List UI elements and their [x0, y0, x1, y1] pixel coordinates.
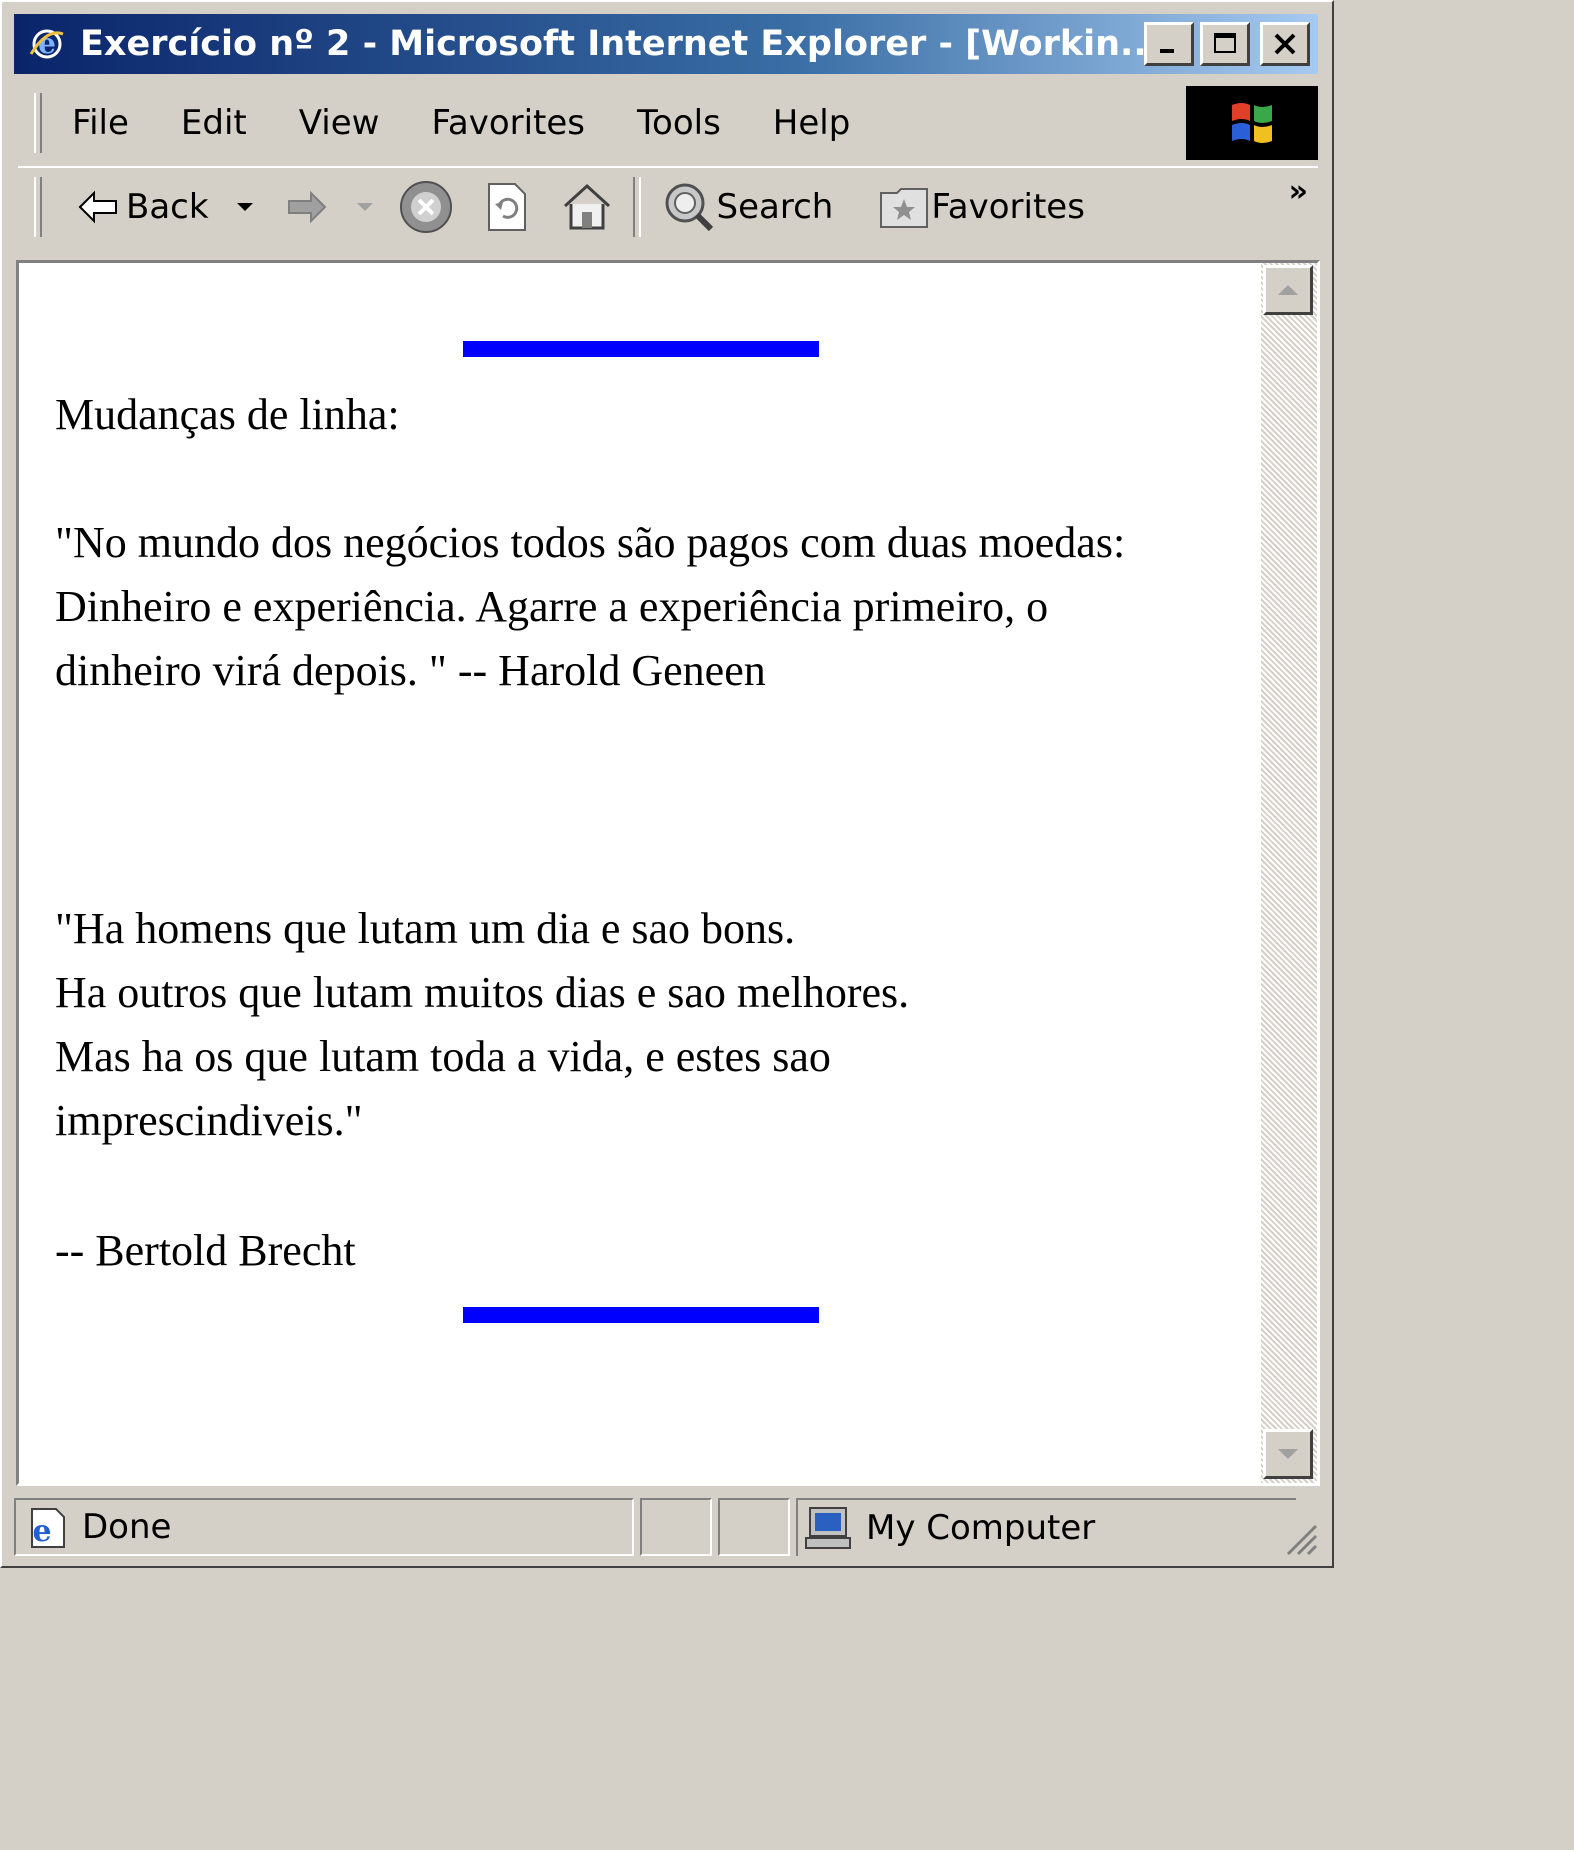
- scroll-down-button[interactable]: [1263, 1429, 1313, 1479]
- maximize-button[interactable]: [1200, 22, 1250, 66]
- refresh-icon: [487, 183, 526, 231]
- back-button[interactable]: Back: [76, 187, 209, 227]
- menu-bar: File Edit View Favorites Tools Help: [18, 86, 1182, 160]
- status-bar: e Done My Computer: [14, 1494, 1322, 1560]
- dropdown-arrow-icon: [236, 203, 253, 211]
- web-page: Mudanças de linha: "No mundo dos negócio…: [19, 263, 1259, 1483]
- stop-button[interactable]: [397, 178, 455, 236]
- status-panel-zone: My Computer: [796, 1498, 1296, 1556]
- zone-text: My Computer: [866, 1508, 1096, 1548]
- close-icon: [1274, 33, 1296, 55]
- standard-toolbar: Back Search Favorites »: [18, 166, 1318, 246]
- maximize-icon: [1214, 33, 1236, 53]
- status-panel-progress: [640, 1498, 712, 1556]
- home-button[interactable]: [561, 182, 613, 232]
- forward-button[interactable]: [283, 187, 329, 227]
- dropdown-arrow-icon: [356, 203, 373, 211]
- toolbar-grip[interactable]: [34, 177, 42, 237]
- page-done-icon: e: [31, 1508, 65, 1549]
- menu-tools[interactable]: Tools: [637, 103, 721, 143]
- title-bar[interactable]: e Exercício nº 2 - Microsoft Internet Ex…: [14, 14, 1318, 74]
- status-panel-security: [718, 1498, 790, 1556]
- svg-text:e: e: [32, 1514, 51, 1549]
- stop-icon: [399, 181, 452, 233]
- favorites-folder-icon: [880, 188, 929, 228]
- quote-brecht-line-3: Mas ha os que lutam toda a vida, e estes…: [55, 1032, 831, 1081]
- status-panel-main: e Done: [14, 1498, 634, 1556]
- resize-grip-icon[interactable]: [1282, 1520, 1318, 1556]
- window-title: Exercício nº 2 - Microsoft Internet Expl…: [80, 24, 1144, 64]
- favorites-button[interactable]: Favorites: [877, 183, 1085, 231]
- menu-edit[interactable]: Edit: [181, 103, 247, 143]
- quote-brecht-attribution: -- Bertold Brecht: [55, 1226, 356, 1275]
- my-computer-icon: [805, 1507, 851, 1549]
- menu-file[interactable]: File: [72, 103, 129, 143]
- horizontal-rule-top: [463, 341, 819, 357]
- status-text: Done: [82, 1507, 172, 1547]
- forward-arrow-icon: [287, 190, 326, 224]
- page-heading: Mudanças de linha:: [55, 390, 400, 439]
- home-icon: [563, 183, 610, 230]
- forward-dropdown[interactable]: [355, 200, 375, 214]
- windows-logo: [1186, 86, 1318, 160]
- back-label: Back: [126, 187, 209, 227]
- quote-brecht-line-4: imprescindiveis.": [55, 1096, 363, 1145]
- scroll-up-button[interactable]: [1263, 265, 1313, 315]
- search-icon: [665, 183, 713, 232]
- document-viewport: Mudanças de linha: "No mundo dos negócio…: [16, 260, 1320, 1486]
- menu-help[interactable]: Help: [773, 103, 851, 143]
- vertical-scrollbar[interactable]: [1261, 263, 1317, 1483]
- toolbar-separator: [632, 177, 641, 237]
- quote-brecht-line-2: Ha outros que lutam muitos dias e sao me…: [55, 968, 910, 1017]
- back-arrow-icon: [78, 190, 117, 224]
- menu-view[interactable]: View: [299, 103, 380, 143]
- close-button[interactable]: [1260, 22, 1310, 66]
- toolbar-more-chevron[interactable]: »: [1289, 174, 1308, 209]
- search-label: Search: [716, 187, 834, 227]
- scroll-up-icon: [1278, 285, 1298, 295]
- horizontal-rule-bottom: [463, 1307, 819, 1323]
- ie-icon: e: [24, 21, 70, 67]
- back-dropdown[interactable]: [235, 200, 255, 214]
- minimize-button[interactable]: [1144, 22, 1194, 66]
- windows-flag-icon: [1232, 103, 1272, 143]
- quote-geneen: "No mundo dos negócios todos são pagos c…: [55, 518, 1126, 695]
- favorites-label: Favorites: [931, 187, 1085, 227]
- scroll-down-icon: [1278, 1449, 1298, 1459]
- browser-window: e Exercício nº 2 - Microsoft Internet Ex…: [0, 0, 1334, 1568]
- quote-brecht-line-1: "Ha homens que lutam um dia e sao bons.: [55, 904, 796, 953]
- refresh-button[interactable]: [483, 180, 531, 234]
- menu-favorites[interactable]: Favorites: [431, 103, 585, 143]
- search-button[interactable]: Search: [661, 179, 834, 235]
- minimize-icon: [1160, 49, 1174, 53]
- menu-grip[interactable]: [34, 93, 42, 153]
